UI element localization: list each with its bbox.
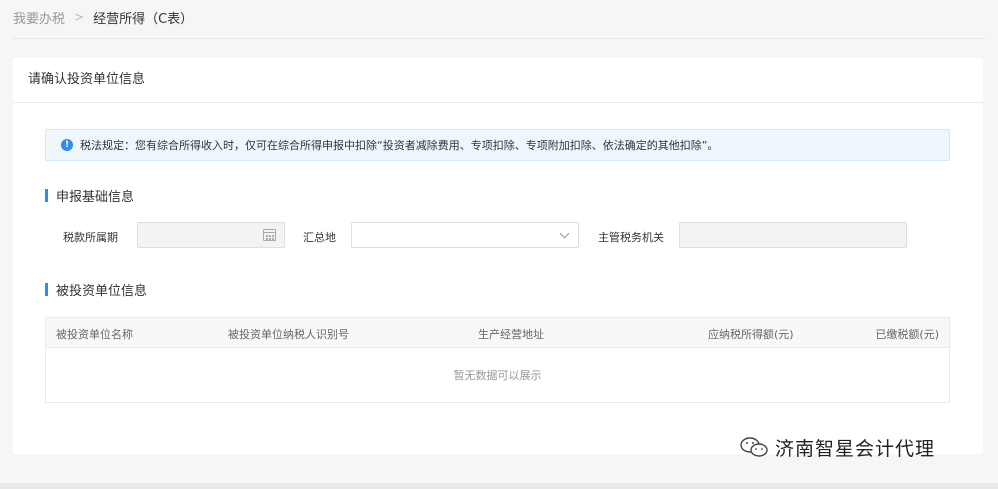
watermark-text: 济南智星会计代理: [775, 437, 936, 460]
basic-info-form: 税款所属期 汇总地 主管税务机关: [13, 222, 983, 252]
investee-confirm-card: 请确认投资单位信息 ! 税法规定：您有综合所得收入时，仅可在综合所得申报中扣除“…: [13, 58, 983, 454]
column-header-taxpayer-id: 被投资单位纳税人识别号: [228, 328, 349, 341]
top-divider: [13, 38, 985, 39]
breadcrumb: 我要办税 > 经营所得（C表）: [13, 7, 193, 27]
investee-table: 被投资单位名称 被投资单位纳税人识别号 生产经营地址 应纳税所得额(元) 已缴税…: [45, 317, 950, 403]
breadcrumb-separator: >: [74, 10, 85, 24]
summary-place-select[interactable]: [351, 222, 579, 248]
section-basic-info: 申报基础信息: [45, 187, 135, 205]
section-investee-info-title: 被投资单位信息: [56, 283, 148, 299]
breadcrumb-current: 经营所得（C表）: [93, 11, 194, 27]
column-header-taxable-income: 应纳税所得额(元): [708, 328, 794, 341]
card-title: 请确认投资单位信息: [13, 58, 983, 103]
table-empty-text: 暂无数据可以展示: [453, 369, 542, 382]
chevron-down-icon[interactable]: [559, 228, 570, 239]
tax-period-label: 税款所属期: [63, 231, 118, 244]
tax-period-picker[interactable]: [137, 222, 285, 248]
watermark: 济南智星会计代理: [739, 432, 935, 462]
section-marker: [45, 188, 48, 202]
notice-text: 税法规定：您有综合所得收入时，仅可在综合所得申报中扣除“投资者减除费用、专项扣除…: [80, 139, 719, 152]
column-header-address: 生产经营地址: [478, 328, 544, 341]
table-header: 被投资单位名称 被投资单位纳税人识别号 生产经营地址 应纳税所得额(元) 已缴税…: [46, 318, 949, 348]
section-marker: [45, 282, 48, 296]
calendar-icon[interactable]: [263, 229, 276, 241]
bottom-bar: [0, 483, 998, 489]
tax-office-label: 主管税务机关: [598, 231, 664, 244]
section-investee-info: 被投资单位信息: [45, 281, 148, 299]
breadcrumb-home-link[interactable]: 我要办税: [13, 8, 65, 27]
section-basic-info-title: 申报基础信息: [56, 189, 135, 205]
wechat-icon: [740, 437, 768, 457]
tax-rule-notice: ! 税法规定：您有综合所得收入时，仅可在综合所得申报中扣除“投资者减除费用、专项…: [45, 129, 950, 161]
column-header-name: 被投资单位名称: [56, 328, 133, 341]
column-header-paid-tax: 已缴税额(元): [875, 328, 939, 341]
tax-office-field[interactable]: [679, 222, 907, 248]
summary-place-label: 汇总地: [303, 231, 336, 244]
info-icon: !: [61, 139, 73, 151]
